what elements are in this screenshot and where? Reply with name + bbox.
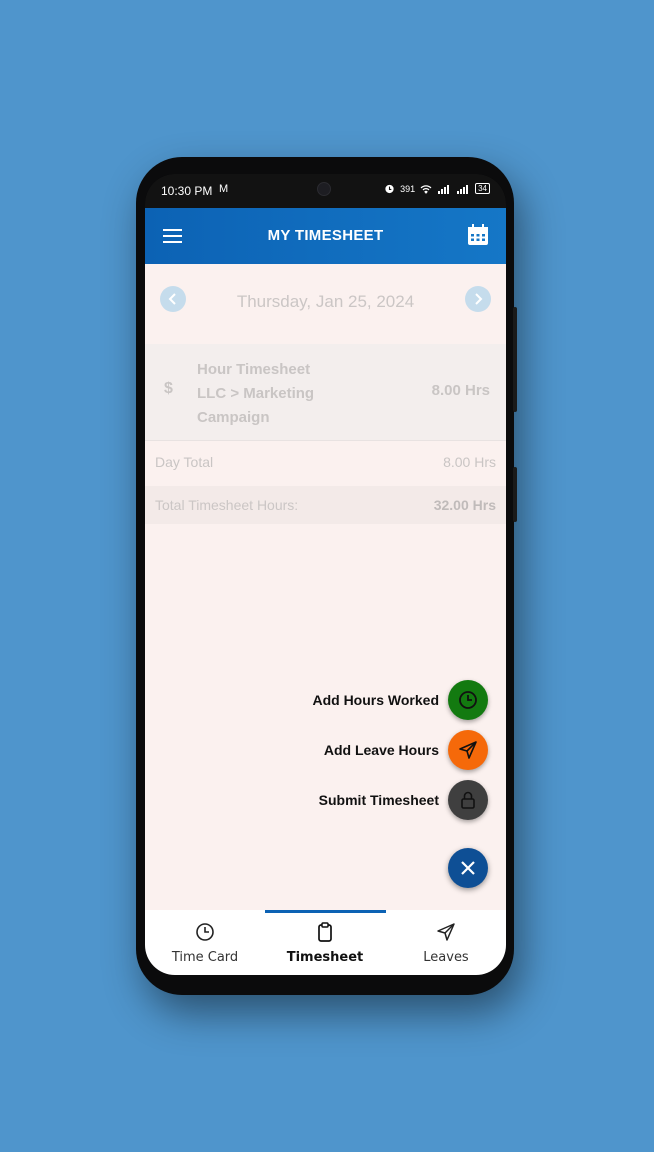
timesheet-content: Thursday, Jan 25, 2024 $ Hour Timesheet … bbox=[145, 264, 506, 910]
front-camera bbox=[317, 182, 331, 196]
entry-name-line: LLC > Marketing bbox=[197, 385, 315, 402]
tab-timesheet[interactable]: Timesheet bbox=[265, 910, 385, 975]
battery-icon: 34 bbox=[475, 183, 490, 194]
send-icon bbox=[459, 741, 477, 759]
tab-label: Leaves bbox=[423, 950, 469, 965]
entry-hours: 8.00 Hrs bbox=[431, 382, 490, 399]
status-icons: 391 34 bbox=[384, 183, 490, 194]
add-leave-hours-action[interactable]: Add Leave Hours bbox=[324, 730, 488, 770]
tab-label: Time Card bbox=[171, 950, 239, 965]
tab-leaves[interactable]: Leaves bbox=[386, 910, 506, 975]
calendar-icon[interactable] bbox=[467, 224, 489, 246]
tab-time-card[interactable]: Time Card bbox=[145, 910, 265, 975]
add-hours-worked-button[interactable] bbox=[448, 680, 488, 720]
phone-screen: 10:30 PM M 391 34 MY TIMESHEET Thursday,… bbox=[145, 174, 506, 975]
signal-icon-2 bbox=[457, 184, 469, 194]
total-timesheet-value: 32.00 Hrs bbox=[433, 497, 496, 513]
fab-label[interactable]: Add Leave Hours bbox=[324, 742, 439, 758]
fab-label[interactable]: Add Hours Worked bbox=[312, 692, 439, 708]
day-total-value: 8.00 Hrs bbox=[443, 454, 496, 470]
total-timesheet-row: Total Timesheet Hours: 32.00 Hrs bbox=[145, 486, 506, 524]
add-hours-worked-action[interactable]: Add Hours Worked bbox=[312, 680, 488, 720]
app-bar: MY TIMESHEET bbox=[145, 208, 506, 264]
fab-label[interactable]: Submit Timesheet bbox=[319, 792, 439, 808]
current-date: Thursday, Jan 25, 2024 bbox=[236, 292, 415, 311]
day-total-row: Day Total 8.00 Hrs bbox=[145, 441, 506, 483]
tab-label: Timesheet bbox=[286, 950, 364, 965]
submit-timesheet-button[interactable] bbox=[448, 780, 488, 820]
alarm-icon bbox=[385, 184, 394, 194]
clock-icon bbox=[196, 923, 214, 941]
dollar-icon: $ bbox=[164, 380, 173, 397]
entry-name-line: Hour Timesheet bbox=[197, 361, 311, 378]
entry-name-line: Campaign bbox=[197, 409, 270, 426]
bottom-navigation: Time Card Timesheet Leaves bbox=[145, 910, 506, 975]
wifi-icon bbox=[420, 184, 432, 194]
total-timesheet-label: Total Timesheet Hours: bbox=[155, 497, 299, 513]
chevron-right-icon bbox=[475, 293, 483, 305]
close-icon bbox=[461, 861, 475, 875]
status-time: 10:30 PM bbox=[161, 184, 213, 198]
clipboard-icon bbox=[318, 922, 332, 942]
close-fab-button[interactable] bbox=[448, 848, 488, 888]
volume-button bbox=[513, 467, 517, 522]
add-leave-hours-button[interactable] bbox=[448, 730, 488, 770]
send-icon bbox=[437, 923, 455, 941]
submit-timesheet-action[interactable]: Submit Timesheet bbox=[319, 780, 488, 820]
network-speed: 391 bbox=[400, 183, 416, 194]
entry-name: Hour Timesheet LLC > Marketing Campaign bbox=[197, 358, 397, 430]
lock-icon bbox=[461, 791, 475, 809]
mail-notification-icon: M bbox=[219, 183, 229, 195]
date-navigator: Thursday, Jan 25, 2024 bbox=[145, 264, 506, 334]
phone-frame: 10:30 PM M 391 34 MY TIMESHEET Thursday,… bbox=[136, 157, 517, 995]
page-title: MY TIMESHEET bbox=[267, 227, 384, 244]
power-button bbox=[513, 307, 517, 412]
day-total-label: Day Total bbox=[155, 454, 214, 470]
timesheet-entry[interactable]: $ Hour Timesheet LLC > Marketing Campaig… bbox=[145, 344, 506, 440]
next-day-button[interactable] bbox=[465, 286, 491, 312]
signal-icon bbox=[438, 184, 450, 194]
status-bar: 10:30 PM M 391 34 bbox=[145, 174, 506, 208]
clock-icon bbox=[459, 691, 477, 709]
